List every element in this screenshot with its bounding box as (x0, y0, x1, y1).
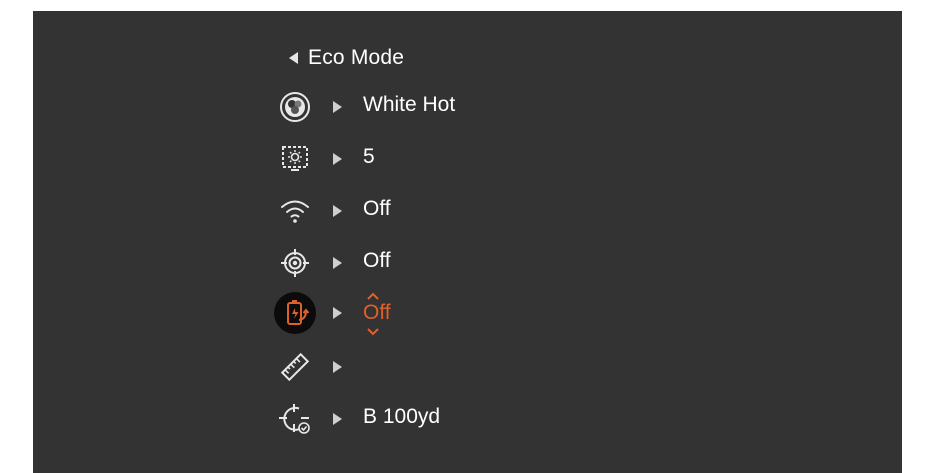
wifi-value: Off (363, 197, 391, 220)
battery-swap-icon (273, 291, 317, 335)
brightness-value: 5 (363, 145, 375, 168)
eco-battery-value[interactable]: Off (363, 301, 391, 325)
menu-item-reticle[interactable]: Off (273, 241, 573, 285)
expand-arrow-icon (333, 257, 342, 269)
wifi-icon (273, 189, 317, 233)
menu-title: Eco Mode (308, 46, 405, 69)
menu-item-wifi[interactable]: Off (273, 189, 573, 233)
menu-item-eco-battery[interactable]: Off (273, 291, 573, 336)
palette-value: White Hot (363, 93, 456, 116)
reticle-target-icon (273, 241, 317, 285)
expand-arrow-icon (333, 413, 342, 425)
back-arrow-icon[interactable] (289, 52, 298, 64)
expand-arrow-icon (333, 307, 342, 319)
menu-header[interactable]: Eco Mode (289, 43, 404, 73)
device-screen: Eco Mode White Hot 5 Off Off Off B 100yd (33, 11, 902, 473)
ruler-icon (273, 345, 317, 389)
expand-arrow-icon (333, 101, 342, 113)
menu-item-palette[interactable]: White Hot (273, 85, 573, 129)
zeroing-value: B 100yd (363, 405, 441, 428)
menu-item-display-brightness[interactable]: 5 (273, 137, 573, 181)
menu-item-zeroing[interactable]: B 100yd (273, 397, 573, 441)
palette-icon (273, 85, 317, 129)
chevron-down-icon[interactable] (366, 325, 380, 339)
expand-arrow-icon (333, 205, 342, 217)
zeroing-crosshair-icon (273, 397, 317, 441)
expand-arrow-icon (333, 361, 342, 373)
expand-arrow-icon (333, 153, 342, 165)
reticle-value: Off (363, 249, 391, 272)
menu-item-rangefinder[interactable] (273, 345, 573, 389)
display-brightness-icon (273, 137, 317, 181)
